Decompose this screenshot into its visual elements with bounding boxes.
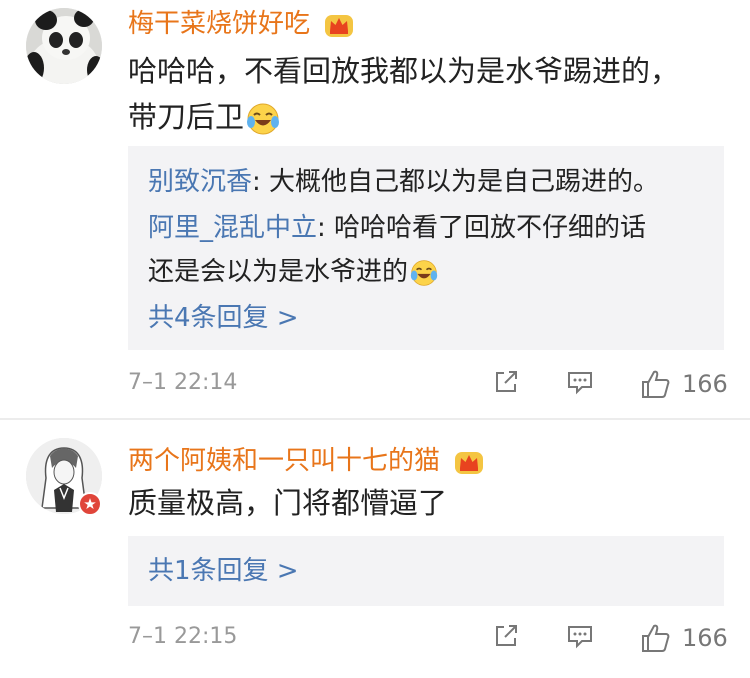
panda-avatar-icon <box>26 8 102 84</box>
comment-text: 质量极高，门将都懵逼了 <box>128 480 728 526</box>
reply-text: 哈哈哈看了回放不仔细的话 <box>334 213 647 243</box>
comment-item: 两个阿姨和一只叫十七的猫 质量极高，门将都懵逼了 共1条回复 > 7–1 22:… <box>0 420 750 678</box>
thumbs-up-icon[interactable] <box>640 622 672 654</box>
reply-text: 还是会以为是水爷进的 <box>148 257 409 287</box>
comment-icon[interactable] <box>566 622 594 650</box>
username[interactable]: 梅干菜烧饼好吃 <box>128 8 354 40</box>
username[interactable]: 两个阿姨和一只叫十七的猫 <box>128 445 484 477</box>
verified-badge-icon <box>78 492 102 516</box>
timestamp: 7–1 22:15 <box>128 624 238 649</box>
reply-author[interactable]: 别致沉香 <box>148 167 252 197</box>
comment-icon[interactable] <box>566 368 594 396</box>
comment-feed: 梅干菜烧饼好吃 哈哈哈，不看回放我都以为是水爷踢进的， 带刀后卫 别致沉香: 大… <box>0 0 750 678</box>
reply-item: 别致沉香: 大概他自己都以为是自己踢进的。 <box>148 160 659 204</box>
reply-box: 别致沉香: 大概他自己都以为是自己踢进的。 阿里_混乱中立: 哈哈哈看了回放不仔… <box>128 146 724 350</box>
timestamp: 7–1 22:14 <box>128 370 238 395</box>
reply-item: 阿里_混乱中立: 哈哈哈看了回放不仔细的话 <box>148 206 646 250</box>
comment-text-line: 带刀后卫 <box>128 94 728 140</box>
view-all-replies-link[interactable]: 共1条回复 > <box>148 549 299 593</box>
laughing-tears-emoji-icon <box>247 103 280 135</box>
reply-item-continuation: 还是会以为是水爷进的 <box>148 250 438 294</box>
comment-text-line: 哈哈哈，不看回放我都以为是水爷踢进的， <box>128 54 680 88</box>
reply-separator: : <box>252 167 270 197</box>
reply-text: 大概他自己都以为是自己踢进的。 <box>269 167 660 197</box>
username-text[interactable]: 两个阿姨和一只叫十七的猫 <box>128 446 440 476</box>
comment-text: 哈哈哈，不看回放我都以为是水爷踢进的， 带刀后卫 <box>128 48 728 140</box>
comment-meta: 7–1 22:15 166 <box>0 620 750 660</box>
view-all-replies-link[interactable]: 共4条回复 > <box>148 296 299 340</box>
reply-separator: : <box>317 213 335 243</box>
thumbs-up-icon[interactable] <box>640 368 672 400</box>
like-count: 166 <box>682 370 728 398</box>
crown-icon <box>325 14 354 37</box>
crown-icon <box>455 451 484 474</box>
comment-item: 梅干菜烧饼好吃 哈哈哈，不看回放我都以为是水爷踢进的， 带刀后卫 别致沉香: 大… <box>0 0 750 420</box>
avatar[interactable] <box>26 8 102 84</box>
laughing-tears-emoji-icon <box>410 259 438 286</box>
reply-box: 共1条回复 > <box>128 536 724 606</box>
comment-text-line: 质量极高，门将都懵逼了 <box>128 486 448 520</box>
like-count: 166 <box>682 624 728 652</box>
comment-meta: 7–1 22:14 166 <box>0 366 750 406</box>
share-icon[interactable] <box>492 622 520 650</box>
comment-text-fragment: 带刀后卫 <box>128 100 245 134</box>
username-text[interactable]: 梅干菜烧饼好吃 <box>128 9 310 39</box>
reply-author[interactable]: 阿里_混乱中立 <box>148 213 317 243</box>
share-icon[interactable] <box>492 368 520 396</box>
